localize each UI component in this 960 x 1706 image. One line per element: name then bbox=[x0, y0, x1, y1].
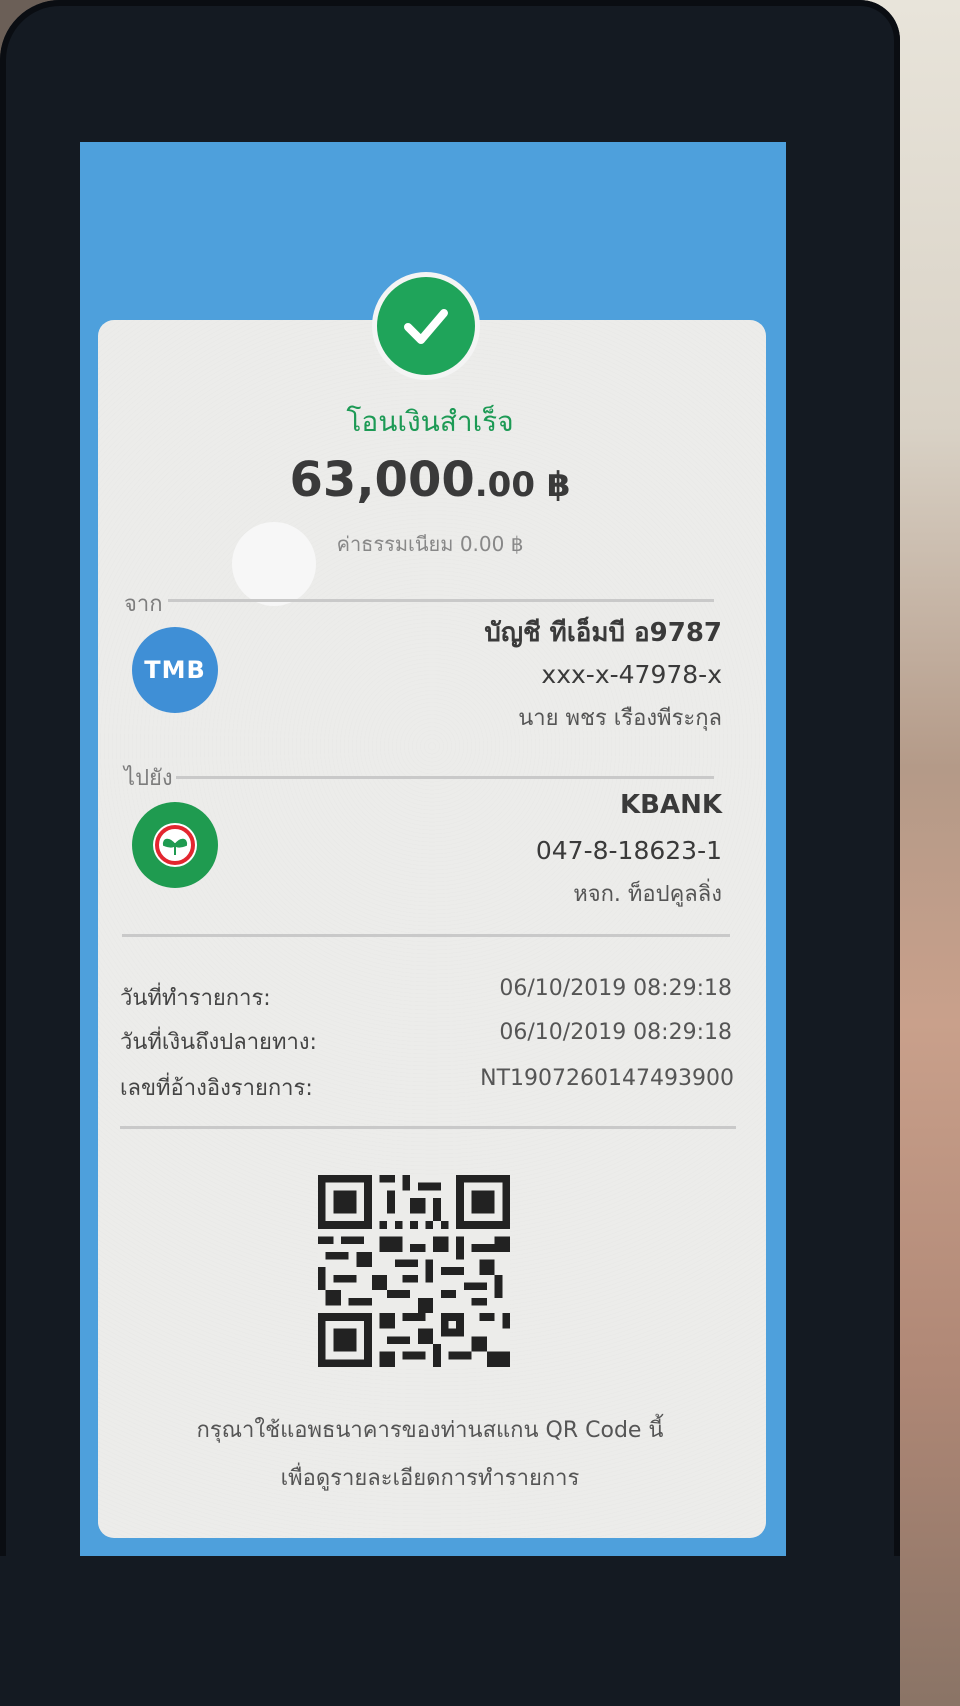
to-divider bbox=[176, 776, 714, 779]
qr-divider bbox=[120, 1126, 736, 1129]
amount-decimal: .00 ฿ bbox=[474, 465, 571, 505]
transfer-amount: 63,000.00 ฿ bbox=[200, 452, 660, 508]
from-divider bbox=[168, 599, 714, 602]
detail-label-received-date: วันที่เงินถึงปลายทาง: bbox=[120, 1030, 317, 1055]
qr-code-icon[interactable] bbox=[318, 1175, 510, 1367]
to-bank-name: KBANK bbox=[620, 790, 722, 820]
success-check-icon bbox=[372, 272, 480, 380]
detail-value-reference: NT1907260147493900 bbox=[480, 1066, 734, 1091]
section-divider bbox=[122, 934, 730, 937]
from-account-number: xxx-x-47978-x bbox=[541, 660, 722, 689]
from-account-name: บัญชี ทีเอ็มบี อ9787 bbox=[484, 618, 722, 648]
from-owner: นาย พชร เรืองพีระกุล bbox=[518, 706, 722, 731]
amount-main: 63,000 bbox=[289, 452, 475, 508]
detail-value-received-date: 06/10/2019 08:29:18 bbox=[499, 1020, 732, 1045]
qr-caption-line2: เพื่อดูรายละเอียดการทำรายการ bbox=[280, 1466, 580, 1491]
detail-label-reference: เลขที่อ้างอิงรายการ: bbox=[120, 1076, 313, 1101]
detail-label-transaction-date: วันที่ทำรายการ: bbox=[120, 986, 271, 1011]
to-account-number: 047-8-18623-1 bbox=[535, 836, 722, 865]
to-label: ไปยัง bbox=[124, 766, 173, 791]
tmb-logo-icon: TMB bbox=[132, 627, 218, 713]
glare-spot bbox=[232, 522, 316, 606]
detail-value-transaction-date: 06/10/2019 08:29:18 bbox=[499, 976, 732, 1001]
qr-caption-line1: กรุณาใช้แอพธนาคารของท่านสแกน QR Code นี้ bbox=[196, 1418, 664, 1443]
transfer-status-title: โอนเงินสำเร็จ bbox=[346, 405, 514, 438]
from-label: จาก bbox=[124, 592, 163, 617]
kbank-logo-icon bbox=[132, 802, 218, 888]
to-owner: หจก. ท็อปคูลลิ่ง bbox=[573, 882, 722, 907]
phone-bottom-bezel bbox=[0, 1556, 900, 1706]
